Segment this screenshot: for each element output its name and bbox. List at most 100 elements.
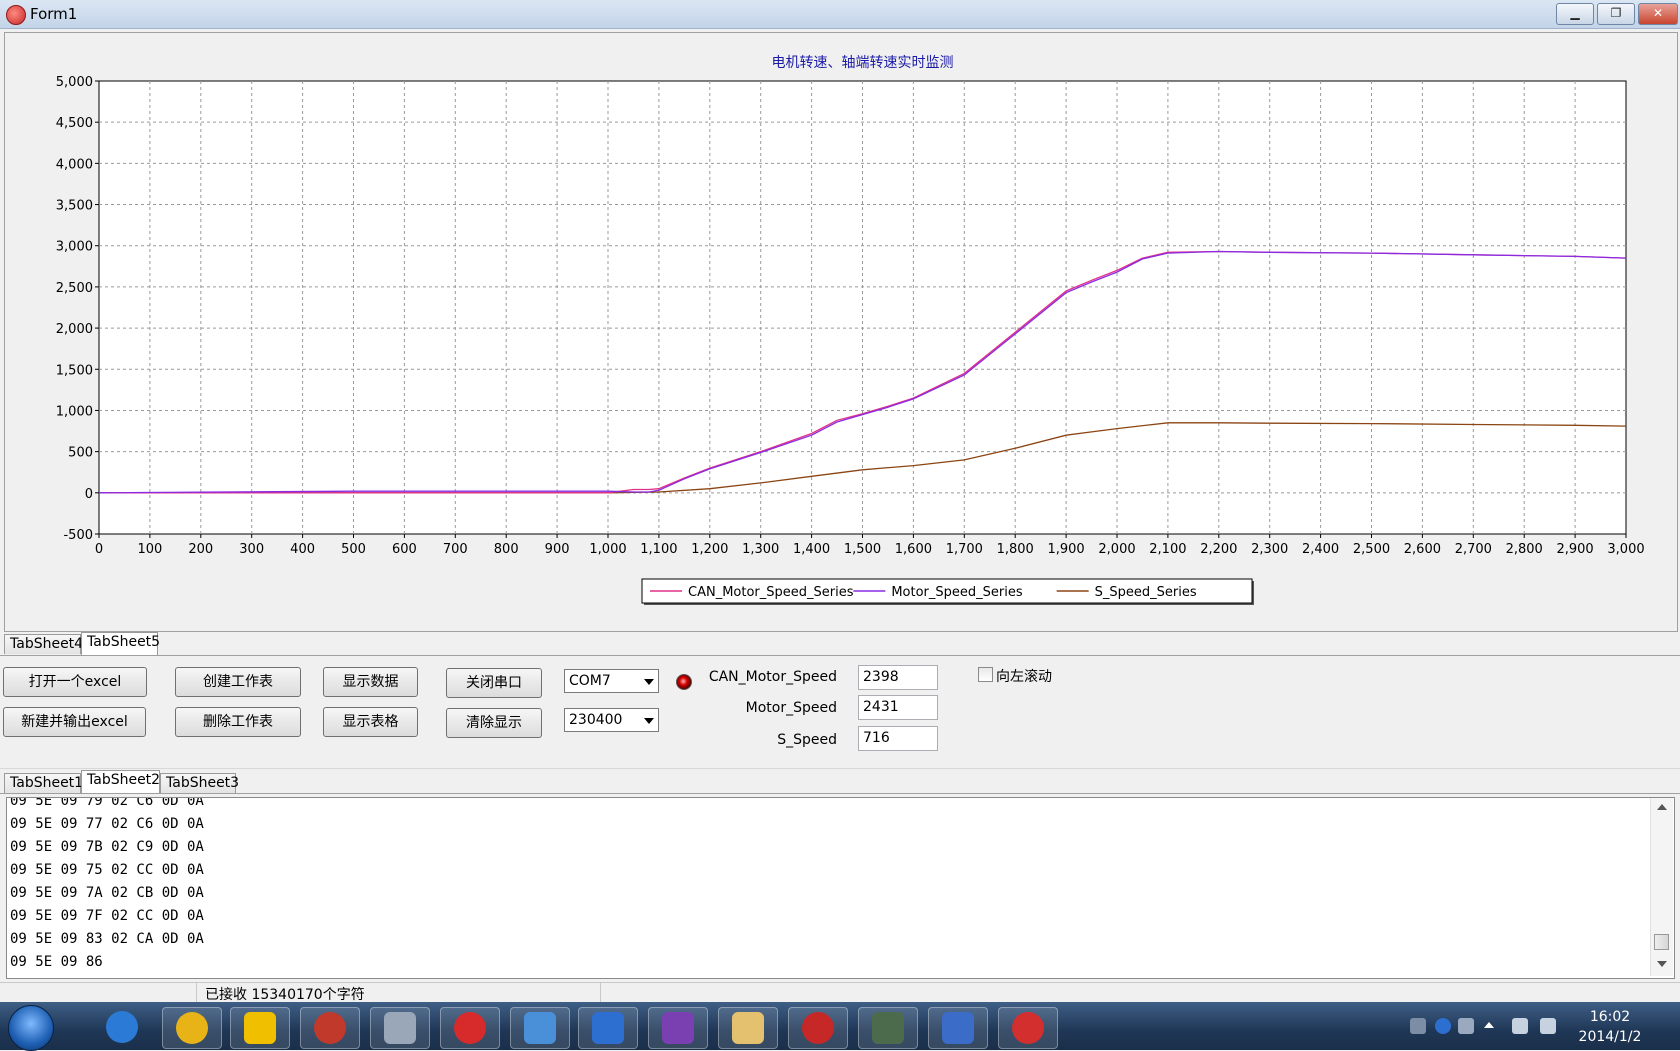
ie-icon[interactable] xyxy=(93,1007,151,1047)
readout-label-s-speed: S_Speed xyxy=(777,732,837,748)
ultraedit-icon-glyph xyxy=(244,1012,276,1044)
x-tick-label: 100 xyxy=(137,542,162,557)
migration-icon[interactable] xyxy=(578,1007,638,1049)
x-tick-label: 900 xyxy=(545,542,570,557)
calculator-icon[interactable] xyxy=(370,1007,430,1049)
chrome-icon[interactable] xyxy=(162,1007,222,1049)
clock-time: 16:02 xyxy=(1589,1009,1631,1025)
log-line: 09 5E 09 75 02 CC 0D 0A xyxy=(10,862,204,878)
log-line: 09 5E 09 86 xyxy=(10,954,103,970)
clear-display-button[interactable]: 清除显示 xyxy=(446,708,542,738)
close-port-button[interactable]: 关闭串口 xyxy=(446,668,542,698)
minimize-button[interactable]: ▁ xyxy=(1556,3,1594,25)
y-tick-label: 5,000 xyxy=(56,75,93,90)
port-select-value: COM7 xyxy=(569,673,611,689)
calculator-icon-glyph xyxy=(384,1012,416,1044)
x-tick-label: 1,600 xyxy=(895,542,932,557)
network-icon[interactable] xyxy=(510,1007,570,1049)
new-export-excel-button[interactable]: 新建并输出excel xyxy=(3,707,146,737)
baud-select[interactable]: 230400 xyxy=(564,708,659,732)
tab-tabsheet1[interactable]: TabSheet1 xyxy=(4,773,83,793)
usb-icon[interactable] xyxy=(1458,1018,1474,1034)
archive-icon-glyph xyxy=(802,1012,834,1044)
scrollbar-thumb[interactable] xyxy=(1654,934,1669,950)
tab-tabsheet5[interactable]: TabSheet5 xyxy=(81,632,160,655)
open-excel-button[interactable]: 打开一个excel xyxy=(3,667,147,697)
archive-icon[interactable] xyxy=(788,1007,848,1049)
log-line: 09 5E 09 79 02 C6 0D 0A xyxy=(10,797,204,809)
volume-icon[interactable] xyxy=(1540,1018,1556,1034)
ultraedit-icon[interactable] xyxy=(230,1007,290,1049)
system-clock[interactable]: 16:02 2014/1/2 xyxy=(1575,1007,1645,1047)
restore-button[interactable]: ❐ xyxy=(1597,3,1635,25)
vs4-icon[interactable] xyxy=(928,1007,988,1049)
create-sheet-button[interactable]: 创建工作表 xyxy=(175,667,301,697)
cpp-builder-icon[interactable] xyxy=(440,1007,500,1049)
readout-label-motor-speed: Motor_Speed xyxy=(745,700,837,716)
y-tick-label: 3,500 xyxy=(56,199,93,214)
scroll-left-checkbox[interactable] xyxy=(978,667,993,682)
y-tick-label: 3,000 xyxy=(56,240,93,255)
x-tick-label: 2,900 xyxy=(1556,542,1593,557)
tab-tabsheet3[interactable]: TabSheet3 xyxy=(160,773,239,793)
chevron-down-icon xyxy=(644,718,654,724)
port-select[interactable]: COM7 xyxy=(564,669,659,693)
keyboard-icon[interactable] xyxy=(1410,1018,1426,1034)
form-app-icon[interactable] xyxy=(998,1007,1058,1049)
x-tick-label: 2,200 xyxy=(1200,542,1237,557)
y-tick-label: 4,000 xyxy=(56,157,93,172)
log-line: 09 5E 09 7A 02 CB 0D 0A xyxy=(10,885,204,901)
explorer-icon[interactable] xyxy=(718,1007,778,1049)
x-tick-label: 500 xyxy=(341,542,366,557)
y-tick-label: 500 xyxy=(68,446,93,461)
legend-label: S_Speed_Series xyxy=(1095,585,1197,600)
x-tick-label: 1,900 xyxy=(1047,542,1084,557)
help-icon[interactable] xyxy=(1435,1018,1451,1034)
status-text: 已接收 15340170个字符 xyxy=(205,987,365,1003)
readout-value-can-motor-speed[interactable]: 2398 xyxy=(858,665,938,690)
network-status-icon[interactable] xyxy=(1512,1018,1528,1034)
x-tick-label: 800 xyxy=(494,542,519,557)
chevron-down-icon xyxy=(644,679,654,685)
x-tick-label: 600 xyxy=(392,542,417,557)
monitor-icon[interactable] xyxy=(858,1007,918,1049)
log-line: 09 5E 09 83 02 CA 0D 0A xyxy=(10,931,204,947)
status-divider xyxy=(600,983,601,1003)
tab-tabsheet2[interactable]: TabSheet2 xyxy=(81,770,160,793)
x-tick-label: 1,500 xyxy=(844,542,881,557)
app-icon[interactable] xyxy=(6,5,26,25)
y-tick-label: 2,000 xyxy=(56,322,93,337)
window-title: Form1 xyxy=(30,5,78,23)
sync-icon[interactable] xyxy=(300,1007,360,1049)
start-button[interactable] xyxy=(8,1005,54,1051)
cpp-builder-icon-glyph xyxy=(454,1012,486,1044)
y-tick-label: 0 xyxy=(85,487,93,502)
readout-value-s-speed[interactable]: 716 xyxy=(858,726,938,751)
tab-tabsheet4[interactable]: TabSheet4 xyxy=(4,634,83,654)
tab-divider xyxy=(0,655,1680,656)
x-tick-label: 1,200 xyxy=(691,542,728,557)
x-tick-label: 2,600 xyxy=(1404,542,1441,557)
readout-value-motor-speed[interactable]: 2431 xyxy=(858,695,938,720)
x-tick-label: 700 xyxy=(443,542,468,557)
scroll-down-icon[interactable] xyxy=(1657,961,1667,967)
x-tick-label: 1,300 xyxy=(742,542,779,557)
x-tick-label: 3,000 xyxy=(1607,542,1644,557)
speed-chart: 电机转速、轴端转速实时监测 0 100 200 300 400 500 600 700 800 90… xyxy=(56,55,1645,605)
log-line: 09 5E 09 7F 02 CC 0D 0A xyxy=(10,908,204,924)
sync-icon-glyph xyxy=(314,1012,346,1044)
show-data-button[interactable]: 显示数据 xyxy=(323,667,418,697)
legend-label: Motor_Speed_Series xyxy=(891,585,1023,600)
section-divider xyxy=(0,768,1680,769)
delete-sheet-button[interactable]: 删除工作表 xyxy=(175,707,301,737)
serial-log-memo[interactable]: 09 5E 09 79 02 C6 0D 0A 09 5E 09 77 02 C… xyxy=(6,797,1675,979)
visual-studio-icon[interactable] xyxy=(648,1007,708,1049)
x-tick-label: 1,100 xyxy=(640,542,677,557)
show-hidden-icons-icon[interactable] xyxy=(1484,1022,1494,1028)
memo-scrollbar[interactable] xyxy=(1650,798,1673,976)
x-tick-label: 2,500 xyxy=(1353,542,1390,557)
scroll-up-icon[interactable] xyxy=(1657,804,1667,810)
close-button[interactable]: ✕ xyxy=(1638,3,1678,25)
x-tick-label: 200 xyxy=(188,542,213,557)
show-table-button[interactable]: 显示表格 xyxy=(323,707,418,737)
